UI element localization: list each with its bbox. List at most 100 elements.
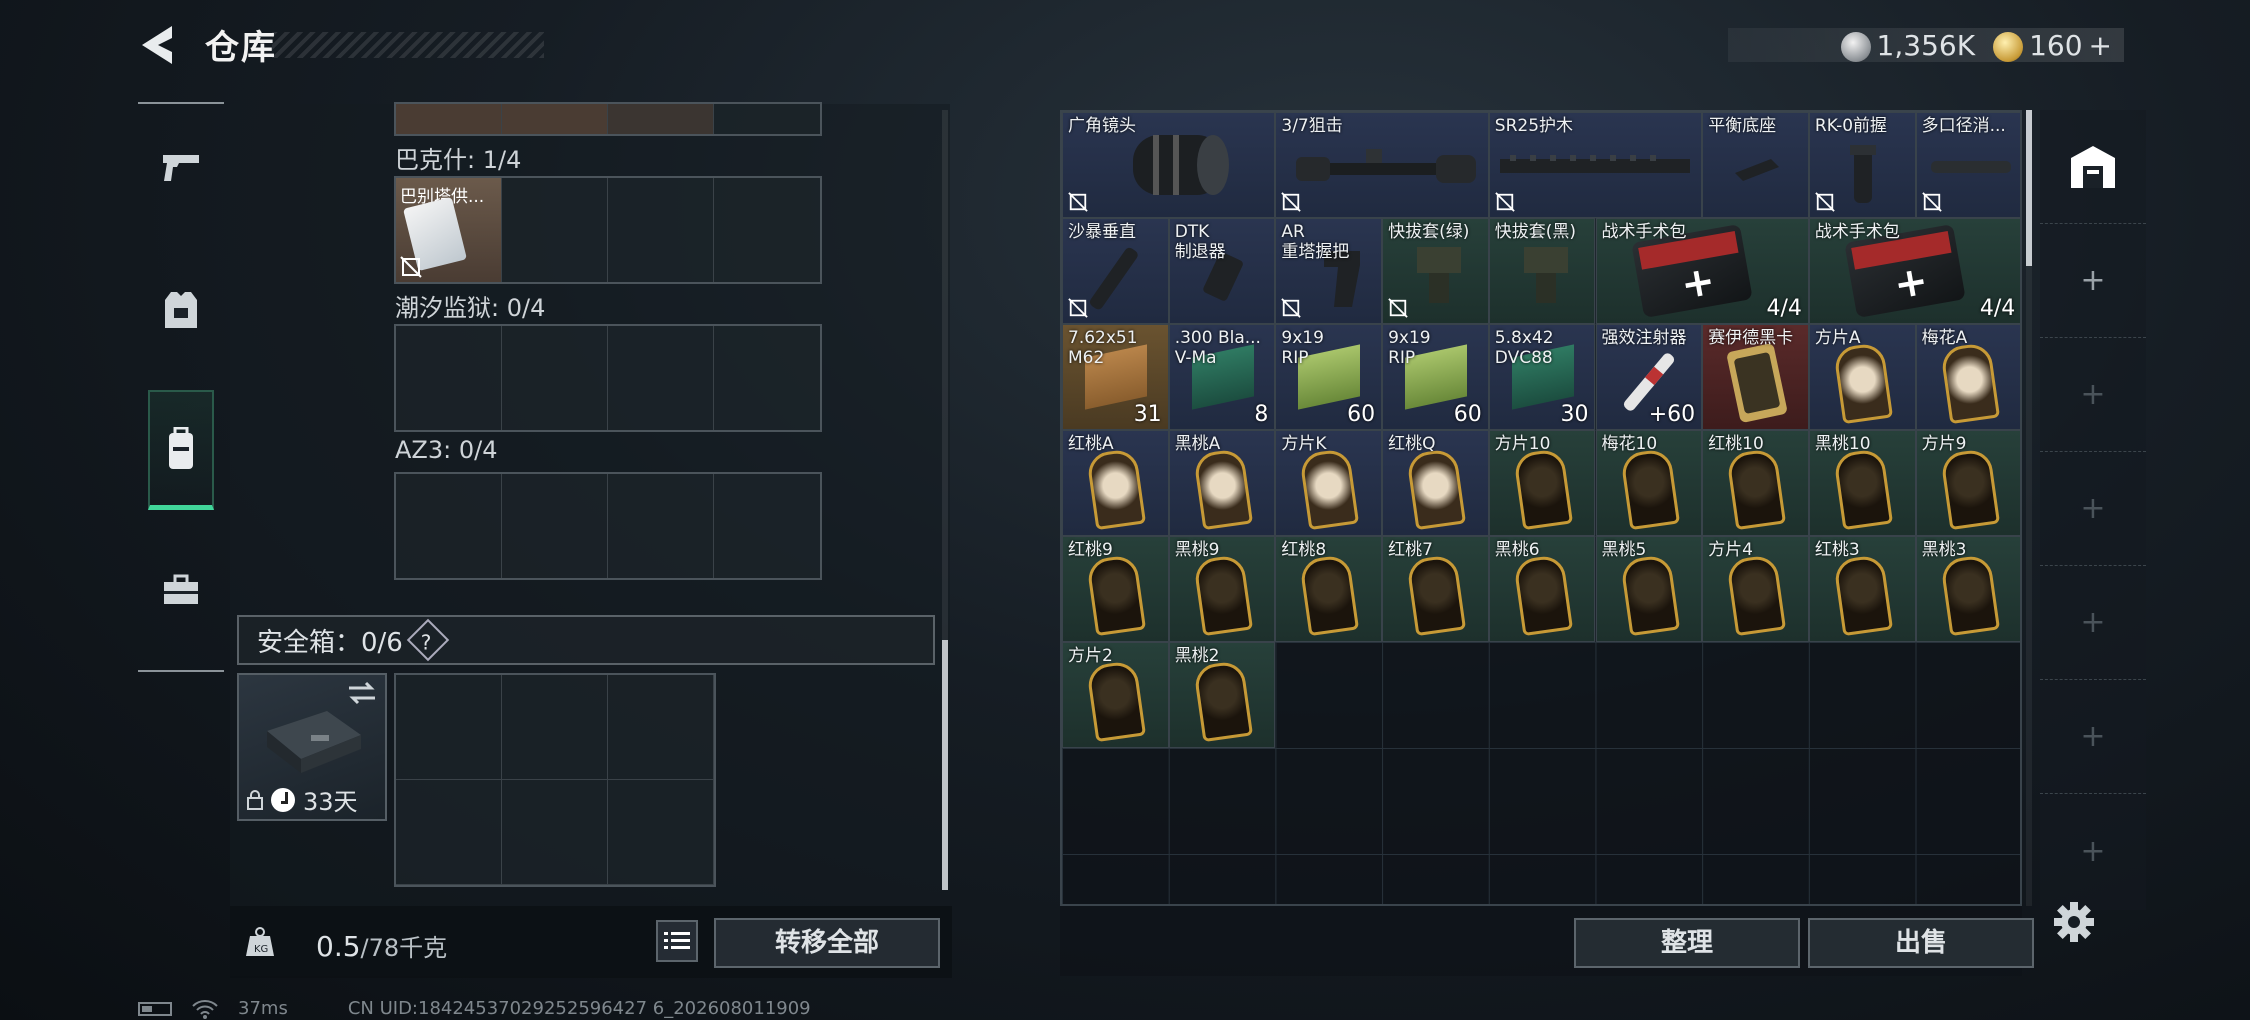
stash-item[interactable]: 黑桃9 bbox=[1168, 536, 1276, 642]
stash-page-add[interactable]: + bbox=[2040, 794, 2146, 908]
safe-box-label: 安全箱：0/6 bbox=[257, 627, 403, 658]
grid-cell[interactable] bbox=[608, 326, 714, 430]
stash-page-add[interactable]: + bbox=[2040, 224, 2146, 338]
stash-item[interactable]: 方片A bbox=[1808, 324, 1916, 430]
inventory-item[interactable]: 巴别塔供... bbox=[396, 178, 502, 282]
stash-item[interactable]: 方片10 bbox=[1488, 430, 1596, 536]
stash-item[interactable]: 强效注射器 +60 bbox=[1595, 324, 1703, 430]
stash-item[interactable]: 平衡底座 bbox=[1702, 112, 1809, 218]
grid-cell[interactable] bbox=[608, 104, 714, 134]
grid-cell[interactable] bbox=[608, 474, 714, 578]
tarot-card-image bbox=[1832, 553, 1893, 637]
stash-item[interactable]: 红桃10 bbox=[1702, 430, 1809, 536]
stash-item[interactable]: 广角镜头 bbox=[1062, 112, 1276, 218]
black-card-image bbox=[1727, 343, 1788, 423]
stash-item[interactable]: 梅花A bbox=[1915, 324, 2020, 430]
nav-toolbox[interactable] bbox=[138, 530, 224, 650]
stash-item[interactable]: 快拔套(绿) bbox=[1382, 218, 1489, 324]
stash-item[interactable]: 红桃Q bbox=[1382, 430, 1489, 536]
settings-gear-icon[interactable] bbox=[2052, 900, 2096, 944]
stash-item[interactable]: 黑桃3 bbox=[1915, 536, 2020, 642]
stash-item[interactable]: 梅花10 bbox=[1595, 430, 1703, 536]
grid-cell[interactable] bbox=[502, 675, 608, 780]
stash-item[interactable]: 9x19 RIP 60 bbox=[1275, 324, 1383, 430]
stash-item[interactable]: 红桃A bbox=[1062, 430, 1169, 536]
stash-item[interactable]: 方片4 bbox=[1702, 536, 1809, 642]
nav-backpack[interactable] bbox=[148, 390, 214, 510]
stash-item[interactable]: 黑桃6 bbox=[1488, 536, 1596, 642]
grid-cell[interactable] bbox=[396, 104, 502, 134]
tarot-card-image bbox=[1192, 553, 1253, 637]
stash-item[interactable]: 红桃9 bbox=[1062, 536, 1169, 642]
stash-item[interactable]: 方片2 bbox=[1062, 642, 1169, 748]
grid-cell[interactable] bbox=[502, 104, 608, 134]
left-scrollbar[interactable] bbox=[942, 110, 948, 890]
item-name: 红桃7 bbox=[1388, 540, 1433, 560]
add-currency-button[interactable]: + bbox=[2089, 29, 2112, 62]
grid-cell[interactable] bbox=[502, 178, 608, 282]
stash-item[interactable]: 战术手术包 4/4 bbox=[1808, 218, 2020, 324]
grid-cell[interactable] bbox=[396, 780, 502, 885]
stash-item[interactable]: 5.8x42 DVC88 30 bbox=[1488, 324, 1596, 430]
item-count: 60 bbox=[1453, 402, 1482, 427]
stash-item[interactable]: 黑桃5 bbox=[1595, 536, 1703, 642]
grid-cell[interactable] bbox=[396, 326, 502, 430]
grid-cell[interactable] bbox=[396, 675, 502, 780]
stash-item[interactable]: 快拔套(黑) bbox=[1488, 218, 1596, 324]
stash-item[interactable]: 红桃7 bbox=[1382, 536, 1489, 642]
grid-cell[interactable] bbox=[714, 104, 820, 134]
grid-cell[interactable] bbox=[608, 675, 714, 780]
stash-item[interactable]: 黑桃10 bbox=[1808, 430, 1916, 536]
grid-cell[interactable] bbox=[714, 326, 820, 430]
grid-cell[interactable] bbox=[714, 474, 820, 578]
stash-item[interactable]: RK-0前握 bbox=[1808, 112, 1916, 218]
grid-cell[interactable] bbox=[502, 326, 608, 430]
transfer-all-button[interactable]: 转移全部 bbox=[714, 918, 940, 968]
safe-box-duration: 33天 bbox=[247, 782, 358, 817]
grid-cell[interactable] bbox=[396, 474, 502, 578]
safe-box-item[interactable]: 33天 bbox=[237, 673, 387, 821]
stash-page-add[interactable]: + bbox=[2040, 452, 2146, 566]
stash-page-add[interactable]: + bbox=[2040, 566, 2146, 680]
stash-item[interactable]: SR25护木 bbox=[1488, 112, 1703, 218]
back-icon[interactable] bbox=[138, 22, 178, 68]
stash-item[interactable]: AR 重塔握把 bbox=[1275, 218, 1383, 324]
stash-item[interactable]: 红桃3 bbox=[1808, 536, 1916, 642]
grid-cell[interactable] bbox=[502, 780, 608, 885]
nav-armor[interactable] bbox=[138, 250, 224, 370]
stash-page-1[interactable] bbox=[2040, 110, 2146, 224]
item-name: 多口径消... bbox=[1921, 116, 2006, 136]
help-button[interactable]: ? bbox=[406, 618, 450, 662]
stash-scrollbar[interactable] bbox=[2026, 110, 2032, 906]
stash-panel: 广角镜头 3/7狙击 SR25护木 平衡底座 RK-0前握 多口径消... 沙暴垂直 DTK … bbox=[1060, 110, 2022, 976]
stash-item[interactable]: 战术手术包 4/4 bbox=[1595, 218, 1809, 324]
stash-item[interactable]: .300 Bla... V-Ma 8 bbox=[1168, 324, 1276, 430]
stash-page-add[interactable]: + bbox=[2040, 338, 2146, 452]
sell-button[interactable]: 出售 bbox=[1808, 918, 2034, 968]
nav-weapons[interactable] bbox=[138, 108, 224, 228]
stash-item[interactable]: 沙暴垂直 bbox=[1062, 218, 1169, 324]
stash-item[interactable]: 多口径消... bbox=[1915, 112, 2020, 218]
grid-cell[interactable] bbox=[502, 474, 608, 578]
list-view-button[interactable] bbox=[656, 920, 698, 962]
stash-item[interactable]: 黑桃2 bbox=[1168, 642, 1276, 748]
gold-currency[interactable]: 160 + bbox=[1993, 29, 2112, 62]
item-name: 方片A bbox=[1814, 328, 1861, 348]
stash-item[interactable]: 方片9 bbox=[1915, 430, 2020, 536]
tarot-card-image bbox=[1619, 553, 1680, 637]
grid-cell[interactable] bbox=[608, 178, 714, 282]
stash-item[interactable]: DTK 制退器 bbox=[1168, 218, 1276, 324]
stash-page-add[interactable]: + bbox=[2040, 680, 2146, 794]
grid-cell[interactable] bbox=[714, 178, 820, 282]
stash-item[interactable]: 7.62x51 M62 31 bbox=[1062, 324, 1169, 430]
stash-item[interactable]: 红桃8 bbox=[1275, 536, 1383, 642]
grid-cell[interactable] bbox=[608, 780, 714, 885]
stash-item[interactable]: 黑桃A bbox=[1168, 430, 1276, 536]
tarot-card-image bbox=[1192, 659, 1253, 743]
no-insurance-icon bbox=[1068, 298, 1088, 318]
sort-button[interactable]: 整理 bbox=[1574, 918, 1800, 968]
stash-item[interactable]: 赛伊德黑卡 bbox=[1702, 324, 1809, 430]
stash-item[interactable]: 3/7狙击 bbox=[1275, 112, 1489, 218]
stash-item[interactable]: 9x19 RIP 60 bbox=[1382, 324, 1489, 430]
stash-item[interactable]: 方片K bbox=[1275, 430, 1383, 536]
